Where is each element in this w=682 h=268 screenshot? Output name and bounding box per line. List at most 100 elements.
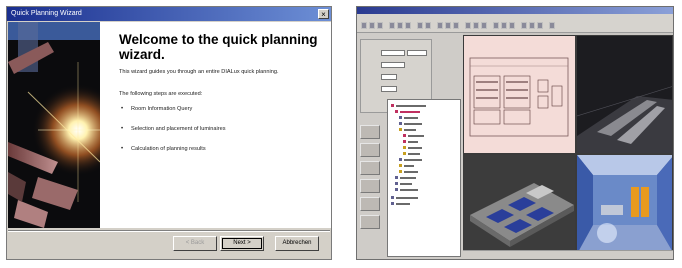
tree-item[interactable] bbox=[396, 105, 426, 107]
wizard-steps-list: • Room Information Query • Selection and p… bbox=[119, 106, 226, 166]
side-tool-button[interactable] bbox=[360, 161, 380, 175]
side-tool-button[interactable] bbox=[360, 197, 380, 211]
open-file-icon[interactable] bbox=[369, 22, 375, 29]
undo-icon[interactable] bbox=[417, 22, 423, 29]
step-label: Room Information Query bbox=[131, 106, 193, 112]
step-label: Selection and placement of luminaires bbox=[131, 126, 226, 132]
list-item: • Room Information Query bbox=[119, 106, 226, 126]
node-icon bbox=[403, 134, 406, 137]
room-render-view[interactable] bbox=[576, 154, 673, 253]
project-manager-panel bbox=[357, 33, 463, 259]
output-icon[interactable] bbox=[509, 22, 515, 29]
list-item: • Calculation of planning results bbox=[119, 146, 226, 166]
back-button[interactable]: < Back bbox=[173, 236, 217, 251]
wizard-title: Quick Planning Wizard bbox=[11, 10, 82, 17]
perspective-view[interactable] bbox=[576, 35, 673, 154]
wizard-intro-text: This wizard guides you through an entire… bbox=[119, 69, 279, 75]
node-icon bbox=[395, 176, 398, 179]
quick-planning-wizard-window: Quick Planning Wizard × Welcome to the q… bbox=[6, 6, 332, 260]
toolbar bbox=[357, 20, 673, 33]
copy-icon[interactable] bbox=[397, 22, 403, 29]
node-icon bbox=[395, 182, 398, 185]
tree-item[interactable] bbox=[408, 153, 420, 155]
perspective-drawing bbox=[577, 86, 672, 153]
isometric-drawing bbox=[464, 155, 575, 252]
tree-item[interactable] bbox=[404, 171, 418, 173]
view-2d-icon[interactable] bbox=[465, 22, 471, 29]
paste-icon[interactable] bbox=[405, 22, 411, 29]
property-field[interactable] bbox=[381, 74, 397, 80]
side-tool-button[interactable] bbox=[360, 215, 380, 229]
view-3d-icon[interactable] bbox=[473, 22, 479, 29]
wizard-heading: Welcome to the quick planning wizard. bbox=[119, 32, 318, 62]
property-field[interactable] bbox=[381, 50, 405, 56]
redo-icon[interactable] bbox=[425, 22, 431, 29]
project-icon bbox=[391, 104, 394, 107]
node-icon bbox=[403, 152, 406, 155]
new-file-icon[interactable] bbox=[361, 22, 367, 29]
viewport-area bbox=[463, 35, 673, 253]
node-icon bbox=[399, 122, 402, 125]
light-beam-illustration bbox=[8, 22, 100, 228]
cancel-button[interactable]: Abbrechen bbox=[275, 236, 319, 251]
floor-plan-drawing bbox=[469, 57, 569, 137]
node-icon bbox=[403, 146, 406, 149]
next-button[interactable]: Next > bbox=[220, 236, 264, 251]
property-field[interactable] bbox=[407, 50, 427, 56]
step-label: Calculation of planning results bbox=[131, 146, 206, 152]
render-icon[interactable] bbox=[481, 22, 487, 29]
button-separator bbox=[8, 230, 330, 232]
node-icon bbox=[399, 116, 402, 119]
bullet-icon: • bbox=[121, 126, 124, 132]
tree-item[interactable] bbox=[404, 117, 418, 119]
node-icon bbox=[395, 188, 398, 191]
main-application-window bbox=[356, 6, 674, 260]
tree-item[interactable] bbox=[404, 123, 422, 125]
bullet-icon: • bbox=[121, 106, 124, 112]
node-icon bbox=[399, 170, 402, 173]
tree-item[interactable] bbox=[400, 183, 412, 185]
tree-item[interactable] bbox=[404, 159, 422, 161]
save-icon[interactable] bbox=[377, 22, 383, 29]
calculation-icon[interactable] bbox=[501, 22, 507, 29]
window-icon[interactable] bbox=[529, 22, 535, 29]
list-item: • Selection and placement of luminaires bbox=[119, 126, 226, 146]
bullet-icon: • bbox=[121, 146, 124, 152]
app-title-bar bbox=[357, 7, 673, 14]
tree-item[interactable] bbox=[408, 135, 424, 137]
tree-item[interactable] bbox=[404, 129, 416, 131]
wizard-content: Welcome to the quick planning wizard. Th… bbox=[100, 22, 331, 228]
close-icon[interactable]: × bbox=[318, 9, 329, 19]
side-tool-button[interactable] bbox=[360, 143, 380, 157]
side-tool-button[interactable] bbox=[360, 179, 380, 193]
tree-item[interactable] bbox=[408, 147, 422, 149]
node-icon bbox=[399, 164, 402, 167]
isometric-view[interactable] bbox=[463, 154, 576, 253]
plan-view[interactable] bbox=[463, 35, 576, 154]
luminaire-node-icon bbox=[399, 128, 402, 131]
tree-item[interactable] bbox=[396, 203, 410, 205]
wizard-title-bar: Quick Planning Wizard × bbox=[7, 7, 331, 21]
wizard-steps-intro: The following steps are executed: bbox=[119, 91, 203, 97]
help-icon[interactable] bbox=[549, 22, 555, 29]
tree-item[interactable] bbox=[400, 177, 416, 179]
rotate-icon[interactable] bbox=[453, 22, 459, 29]
node-icon bbox=[399, 158, 402, 161]
tree-item[interactable] bbox=[396, 197, 418, 199]
wizard-banner-image bbox=[8, 22, 100, 228]
pan-icon[interactable] bbox=[445, 22, 451, 29]
cut-icon[interactable] bbox=[389, 22, 395, 29]
tree-item[interactable] bbox=[400, 189, 418, 191]
tree-item[interactable] bbox=[400, 111, 420, 113]
zoom-icon[interactable] bbox=[437, 22, 443, 29]
tree-item[interactable] bbox=[404, 165, 414, 167]
tree-item[interactable] bbox=[408, 141, 418, 143]
property-field[interactable] bbox=[381, 62, 405, 68]
project-tree[interactable] bbox=[387, 99, 461, 257]
side-tool-button[interactable] bbox=[360, 125, 380, 139]
property-field[interactable] bbox=[381, 86, 397, 92]
node-icon bbox=[391, 202, 394, 205]
door-icon[interactable] bbox=[537, 22, 543, 29]
furniture-icon[interactable] bbox=[521, 22, 527, 29]
luminaire-icon[interactable] bbox=[493, 22, 499, 29]
